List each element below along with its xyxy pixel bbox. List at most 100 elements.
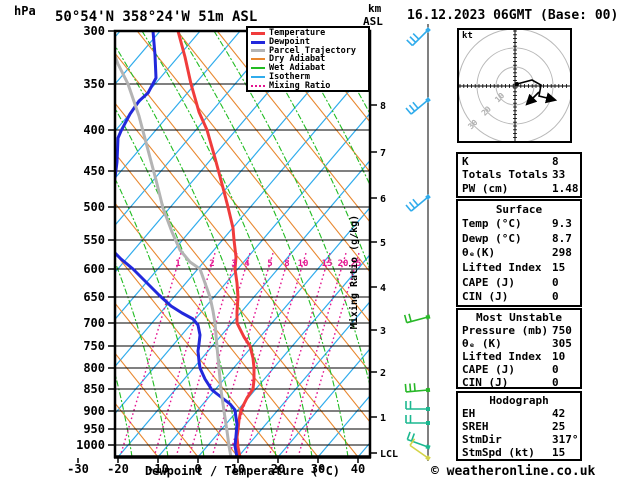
wind-barb-tick <box>413 199 418 205</box>
legend-item: Isotherm <box>251 73 368 81</box>
stat-row: θₑ (K)305 <box>462 337 576 350</box>
legend-item-label: Mixing Ratio <box>269 82 330 90</box>
mixing-ratio-value-label: 20 <box>338 259 349 269</box>
wind-barb <box>406 190 431 213</box>
stat-value: 305 <box>552 337 572 350</box>
altitude-tick-label: 8 <box>380 101 386 112</box>
lcl-label: LCL <box>380 449 398 460</box>
mixing-ratio-value-label: 1 <box>175 259 180 269</box>
pressure-tick-label: 400 <box>83 123 105 137</box>
stat-row: Lifted Index15 <box>462 261 576 274</box>
hodograph-stats-panel: HodographEH 42SREH25StmDir 317°StmSpd (kt)… <box>456 391 582 461</box>
stat-value: 0 <box>552 376 559 389</box>
wind-barb-tick <box>405 384 406 392</box>
stat-value: 0 <box>552 276 559 289</box>
pressure-tick-label: 700 <box>83 316 105 330</box>
pressure-tick-label: 800 <box>83 361 105 375</box>
stat-row: CAPE (J) 0 <box>462 276 576 289</box>
panel-title: Most Unstable <box>462 311 576 324</box>
wind-barb <box>406 415 430 425</box>
stat-value: 9.3 <box>552 217 572 230</box>
stat-row: StmSpd (kt)15 <box>462 446 576 459</box>
wind-barb-stem <box>412 30 428 46</box>
stat-value: 33 <box>552 168 565 181</box>
wind-barb-tick <box>409 105 414 111</box>
wet-adiabat-line <box>250 31 420 457</box>
skewt-sounding-app: 3003504004505005506006507007508008509009… <box>0 0 629 486</box>
wind-barb-tick <box>407 432 410 440</box>
stat-row: EH 42 <box>462 407 576 420</box>
pressure-tick-label: 600 <box>83 262 105 276</box>
wind-barb-tick <box>410 37 416 43</box>
stat-row: Pressure (mb)750 <box>462 324 576 337</box>
isotherm-line <box>0 31 280 457</box>
legend-swatch <box>251 85 265 87</box>
wind-barb-tick <box>407 40 413 46</box>
hodograph-panel: 102030 kt <box>457 28 572 143</box>
run-date-title: 16.12.2023 06GMT (Base: 00) <box>407 8 618 23</box>
wind-barb <box>406 401 430 411</box>
altitude-tick-label: 2 <box>380 368 386 379</box>
stat-label: EH <box>462 407 475 420</box>
stat-label: K <box>462 155 469 168</box>
hodograph-storm-vector <box>527 92 539 104</box>
mixing-ratio-value-label: 2 <box>209 259 214 269</box>
wind-barb <box>405 382 430 394</box>
mixing-ratio-line <box>285 253 346 457</box>
stat-row: K8 <box>462 155 576 168</box>
legend-swatch <box>251 76 265 78</box>
pressure-tick-label: 300 <box>83 24 105 38</box>
altitude-axis-unit: km <box>368 2 381 15</box>
panel-title: Surface <box>462 203 576 216</box>
station-title: 50°54'N 358°24'W 51m ASL <box>55 9 257 25</box>
wind-barb <box>409 439 434 461</box>
legend-box: TemperatureDewpointParcel TrajectoryDry … <box>246 26 370 92</box>
wind-barb-stem <box>406 390 428 392</box>
stat-value: 42 <box>552 407 565 420</box>
stat-row: CIN (J) 0 <box>462 376 576 389</box>
stat-label: PW (cm) <box>462 182 508 195</box>
stat-value: 0 <box>552 363 559 376</box>
stat-row: Totals Totals33 <box>462 168 576 181</box>
hodograph-trace-origin <box>515 82 519 86</box>
dry-adiabat-line <box>0 31 318 457</box>
dry-adiabat-line <box>137 31 478 457</box>
stat-label: θₑ(K) <box>462 246 495 259</box>
wind-barb-tick <box>406 205 411 211</box>
stat-label: SREH <box>462 420 489 433</box>
pressure-axis-unit: hPa <box>14 4 36 18</box>
wind-barb <box>407 432 433 450</box>
stat-row: SREH25 <box>462 420 576 433</box>
mixing-ratio-value-label: 8 <box>284 259 289 269</box>
panel-title: Hodograph <box>462 394 576 407</box>
stat-value: 8.7 <box>552 232 572 245</box>
stat-row: CAPE (J) 0 <box>462 363 576 376</box>
stat-label: CIN (J) <box>462 376 508 389</box>
mixing-ratio-line <box>120 253 181 457</box>
pressure-tick-label: 950 <box>83 422 105 436</box>
copyright-notice: © weatheronline.co.uk <box>431 464 595 479</box>
stat-row: CIN (J)0 <box>462 290 576 303</box>
stat-value: 10 <box>552 350 565 363</box>
pressure-tick-label: 350 <box>83 77 105 91</box>
stat-label: CAPE (J) <box>462 363 515 376</box>
parcel-trajectory-trace <box>109 40 231 457</box>
dry-adiabat-line <box>97 31 438 457</box>
stat-value: 317° <box>552 433 579 446</box>
stat-value: 15 <box>552 446 565 459</box>
altitude-tick-label: 7 <box>380 148 386 159</box>
legend-item: Mixing Ratio <box>251 82 368 90</box>
wind-barb-tick <box>406 108 411 114</box>
stat-label: StmDir <box>462 433 502 446</box>
most-unstable-panel: Most UnstablePressure (mb)750θₑ (K)305Li… <box>456 308 582 389</box>
stat-label: Lifted Index <box>462 350 541 363</box>
hodograph-canvas: 102030 <box>459 30 570 141</box>
stat-label: CAPE (J) <box>462 276 515 289</box>
dewpoint-trace <box>103 31 237 457</box>
mixing-ratio-value-label: 3 <box>231 259 236 269</box>
stat-value: 750 <box>552 324 572 337</box>
legend-swatch <box>251 58 265 60</box>
wind-barb-tick <box>413 34 419 40</box>
dry-adiabat-line <box>17 31 358 457</box>
legend-swatch <box>251 32 265 35</box>
